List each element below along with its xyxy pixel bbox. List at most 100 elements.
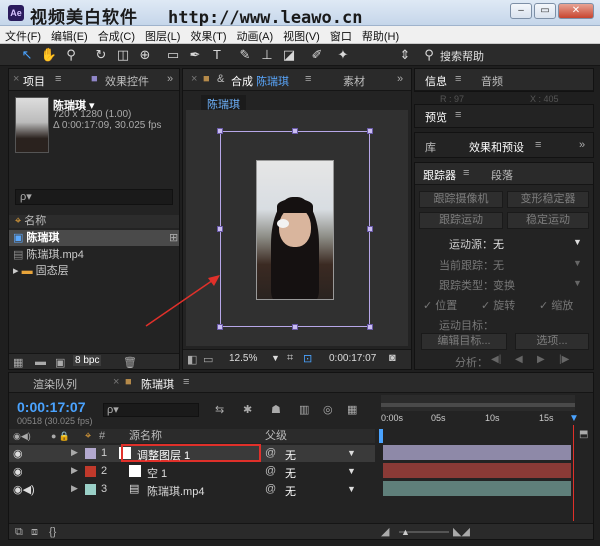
tab-material[interactable]: 素材: [343, 73, 365, 89]
more-tabs-icon[interactable]: »: [167, 73, 173, 85]
panel-menu-icon[interactable]: ≡: [55, 73, 61, 85]
roto-brush-tool-icon[interactable]: ✐: [308, 46, 326, 64]
position-checkbox[interactable]: ✓ 位置: [423, 297, 457, 313]
layer3-name[interactable]: 陈瑞琪.mp4: [147, 483, 204, 499]
layer1-parent[interactable]: 无: [285, 447, 296, 463]
layer3-parent-dropdown-icon[interactable]: ▼: [347, 484, 356, 494]
comp-marker-icon[interactable]: ⬒: [579, 429, 588, 440]
project-item-comp[interactable]: ▣ 陈瑞琪: [9, 230, 179, 246]
layer1-visibility-icon[interactable]: ◉: [13, 447, 23, 460]
close-timeline-tab-icon[interactable]: ×: [113, 376, 119, 388]
menu-effect[interactable]: 效果(T): [185, 26, 231, 44]
new-comp-icon[interactable]: ▣: [55, 356, 65, 369]
zoom-in-icon[interactable]: ◣◢: [453, 525, 470, 538]
draft-3d-icon[interactable]: ✱: [243, 403, 252, 416]
layer2-visibility-icon[interactable]: ◉: [13, 465, 23, 478]
menu-layer[interactable]: 图层(L): [140, 26, 185, 44]
puppet-pin-tool-icon[interactable]: ✦: [334, 46, 352, 64]
pan-behind-tool-icon[interactable]: ⊕: [136, 46, 154, 64]
layer-row-2[interactable]: ◉ ▶ 2 空 1 @ 无 ▼: [9, 463, 375, 480]
menu-composition[interactable]: 合成(C): [93, 26, 140, 44]
toggle-switches-icon[interactable]: ⧉: [15, 526, 23, 539]
layer3-duration-bar[interactable]: [383, 481, 571, 496]
tab-tracker[interactable]: 跟踪器: [423, 167, 456, 183]
layer2-parent[interactable]: 无: [285, 465, 296, 481]
close-comp-tab-icon[interactable]: ×: [191, 73, 197, 85]
toggle-modes-icon[interactable]: ⧈: [31, 526, 38, 539]
rotate-tool-icon[interactable]: ↻: [92, 46, 110, 64]
comp-timecode[interactable]: 0:00:17:07: [329, 353, 376, 364]
handle-br[interactable]: [367, 324, 373, 330]
comp-more-tabs-icon[interactable]: »: [397, 73, 403, 85]
timeline-menu-icon[interactable]: ≡: [183, 376, 189, 388]
preview-menu-icon[interactable]: ≡: [455, 109, 461, 121]
layer2-expand-icon[interactable]: ▶: [71, 465, 78, 476]
layer3-label-swatch[interactable]: [85, 484, 96, 495]
parent-header[interactable]: 父级: [265, 429, 287, 443]
layer3-expand-icon[interactable]: ▶: [71, 483, 78, 494]
work-area-start-handle[interactable]: [379, 429, 383, 443]
layer1-name[interactable]: 调整图层 1: [137, 447, 190, 463]
lock-icon[interactable]: &: [217, 73, 224, 85]
brush-tool-icon[interactable]: ✎: [236, 46, 254, 64]
layer-row-1[interactable]: ◉ ▶ 1 调整图层 1 @ 无 ▼: [9, 444, 375, 463]
layer2-pickwhip-icon[interactable]: @: [265, 465, 276, 477]
tab-library[interactable]: 库: [425, 139, 436, 155]
tab-project[interactable]: 项目: [23, 73, 45, 89]
project-search-input[interactable]: ρ▾: [15, 189, 173, 205]
menu-edit[interactable]: 编辑(E): [46, 26, 93, 44]
menu-file[interactable]: 文件(F): [0, 26, 46, 44]
track-motion-button[interactable]: 跟踪运动: [419, 212, 503, 229]
tab-audio[interactable]: 音频: [481, 73, 503, 89]
pen-tool-icon[interactable]: ✒: [186, 46, 204, 64]
source-name-header[interactable]: 源名称: [129, 429, 162, 443]
project-item-mp4[interactable]: ▤ 陈瑞琪.mp4: [13, 247, 84, 263]
current-track-value[interactable]: 无: [493, 257, 504, 273]
edit-target-button[interactable]: 编辑目标...: [421, 333, 507, 350]
motion-blur-icon[interactable]: ◎: [323, 403, 333, 416]
menu-window[interactable]: 窗口: [325, 26, 357, 44]
restore-button[interactable]: ▭: [534, 3, 556, 19]
hand-tool-icon[interactable]: ✋: [40, 46, 58, 64]
comp-mini-flowchart-icon[interactable]: ⇆: [215, 403, 224, 416]
trash-icon[interactable]: 🗑: [123, 356, 137, 369]
menu-help[interactable]: 帮助(H): [357, 26, 404, 44]
bpc-badge[interactable]: 8 bpc: [73, 355, 102, 366]
tracker-menu-icon[interactable]: ≡: [463, 167, 469, 179]
monitor-icon[interactable]: ▭: [203, 353, 213, 366]
analyze-step-icon[interactable]: |▶: [559, 354, 569, 365]
handle-tc[interactable]: [292, 128, 298, 134]
transparency-grid-icon[interactable]: ⊡: [303, 352, 312, 365]
comp-panel-menu-icon[interactable]: ≡: [305, 73, 311, 85]
handle-bc[interactable]: [292, 324, 298, 330]
tab-composition[interactable]: 合成 陈瑞琪: [231, 73, 289, 89]
layer3-visibility-icon[interactable]: ◉◀): [13, 483, 35, 496]
text-tool-icon[interactable]: T: [208, 46, 226, 64]
tab-render-queue[interactable]: 渲染队列: [33, 376, 77, 392]
interpret-footage-icon[interactable]: ▦: [13, 356, 23, 369]
project-item-solids[interactable]: ▸ ▬ 固态层: [13, 263, 69, 279]
analyze-backward-icon[interactable]: ◀: [515, 354, 523, 365]
analyze-back-icon[interactable]: ◀|: [491, 354, 501, 365]
layer3-parent[interactable]: 无: [285, 483, 296, 499]
timeline-search-input[interactable]: ρ▾: [103, 403, 199, 417]
toggle-in-out-icon[interactable]: {}: [49, 526, 56, 538]
close-button[interactable]: ✕: [558, 3, 594, 19]
layer2-label-swatch[interactable]: [85, 466, 96, 477]
zoom-tool-icon[interactable]: ⚲: [62, 46, 80, 64]
selection-tool-icon[interactable]: ↖: [18, 46, 36, 64]
handle-tl[interactable]: [217, 128, 223, 134]
track-camera-button[interactable]: 跟踪摄像机: [419, 191, 503, 208]
handle-mr[interactable]: [367, 226, 373, 232]
menu-animation[interactable]: 动画(A): [232, 26, 279, 44]
layer2-parent-dropdown-icon[interactable]: ▼: [347, 466, 356, 476]
warp-stabilizer-button[interactable]: 变形稳定器: [507, 191, 589, 208]
motion-source-value[interactable]: 无: [493, 236, 504, 252]
info-menu-icon[interactable]: ≡: [455, 73, 461, 85]
frame-blending-icon[interactable]: ▥: [299, 403, 309, 416]
handle-ml[interactable]: [217, 226, 223, 232]
tab-info[interactable]: 信息: [425, 73, 447, 89]
tab-effects-presets[interactable]: 效果和预设: [469, 139, 524, 155]
minimize-button[interactable]: –: [510, 3, 532, 19]
playhead-icon[interactable]: ▼: [569, 413, 579, 424]
